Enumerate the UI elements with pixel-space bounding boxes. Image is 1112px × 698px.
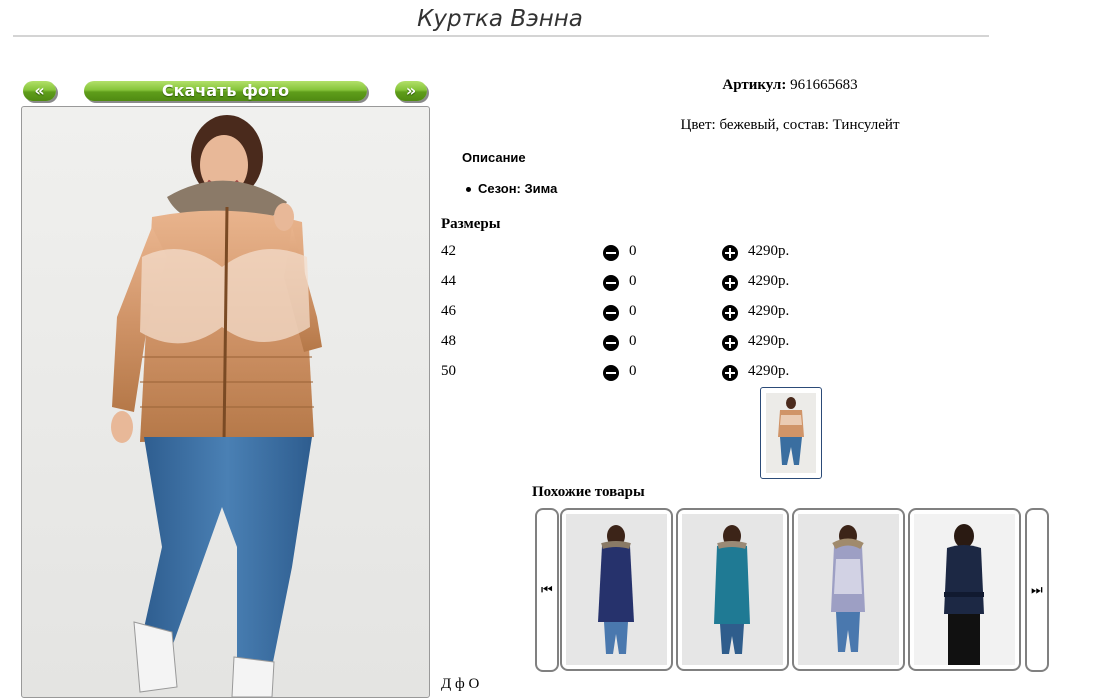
title-divider <box>13 35 989 37</box>
similar-product-image <box>914 514 1015 665</box>
minus-circle-icon[interactable] <box>603 365 619 381</box>
size-label: 46 <box>441 303 456 319</box>
skip-back-icon: ⏮ <box>541 583 553 598</box>
size-price: 4290р. <box>748 243 790 259</box>
next-photo-button[interactable]: » <box>395 81 427 101</box>
thumbnail-image <box>766 393 816 473</box>
main-product-photo[interactable] <box>21 106 430 698</box>
size-price: 4290р. <box>748 273 790 289</box>
size-label: 42 <box>441 243 456 259</box>
article-label: Артикул: <box>722 77 787 93</box>
description-list: Сезон: Зима <box>466 181 557 196</box>
plus-circle-icon[interactable] <box>722 365 738 381</box>
product-thumbnail[interactable] <box>760 387 822 479</box>
similar-product-image <box>682 514 783 665</box>
plus-circle-icon[interactable] <box>722 245 738 261</box>
description-heading: Описание <box>462 150 526 165</box>
size-price: 4290р. <box>748 303 790 319</box>
page-title: Куртка Вэнна <box>417 6 583 32</box>
quantity-value: 0 <box>629 273 637 289</box>
similar-product-image <box>798 514 899 665</box>
quantity-value: 0 <box>629 243 637 259</box>
minus-circle-icon[interactable] <box>603 305 619 321</box>
skip-forward-icon: ⏭ <box>1031 583 1043 598</box>
similar-product-card[interactable] <box>560 508 673 671</box>
carousel-next-button[interactable]: ⏭ <box>1025 508 1049 672</box>
size-label: 48 <box>441 333 456 349</box>
plus-circle-icon[interactable] <box>722 275 738 291</box>
minus-circle-icon[interactable] <box>603 275 619 291</box>
size-price: 4290р. <box>748 333 790 349</box>
sizes-heading: Размеры <box>441 216 501 232</box>
quantity-value: 0 <box>629 363 637 379</box>
similar-heading: Похожие товары <box>532 484 645 500</box>
bullet-icon <box>466 187 471 193</box>
article-value: 961665683 <box>790 77 858 93</box>
carousel-prev-button[interactable]: ⏮ <box>535 508 559 672</box>
description-item: Сезон: Зима <box>478 181 558 196</box>
download-photo-button[interactable]: Скачать фото <box>84 81 367 101</box>
minus-circle-icon[interactable] <box>603 245 619 261</box>
similar-product-card[interactable] <box>792 508 905 671</box>
size-label: 50 <box>441 363 456 379</box>
quantity-value: 0 <box>629 333 637 349</box>
size-label: 44 <box>441 273 456 289</box>
product-photo-illustration <box>111 115 322 697</box>
plus-circle-icon[interactable] <box>722 335 738 351</box>
minus-circle-icon[interactable] <box>603 335 619 351</box>
color-composition: Цвет: бежевый, состав: Тинсулейт <box>680 117 900 133</box>
similar-product-card[interactable] <box>676 508 789 671</box>
article-line: Артикул: 961665683 <box>660 77 920 94</box>
similar-product-image <box>566 514 667 665</box>
prev-photo-button[interactable]: « <box>23 81 56 101</box>
similar-product-card[interactable] <box>908 508 1021 671</box>
plus-circle-icon[interactable] <box>722 305 738 321</box>
size-price: 4290р. <box>748 363 790 379</box>
truncated-description: Д ф О <box>441 676 480 692</box>
quantity-value: 0 <box>629 303 637 319</box>
